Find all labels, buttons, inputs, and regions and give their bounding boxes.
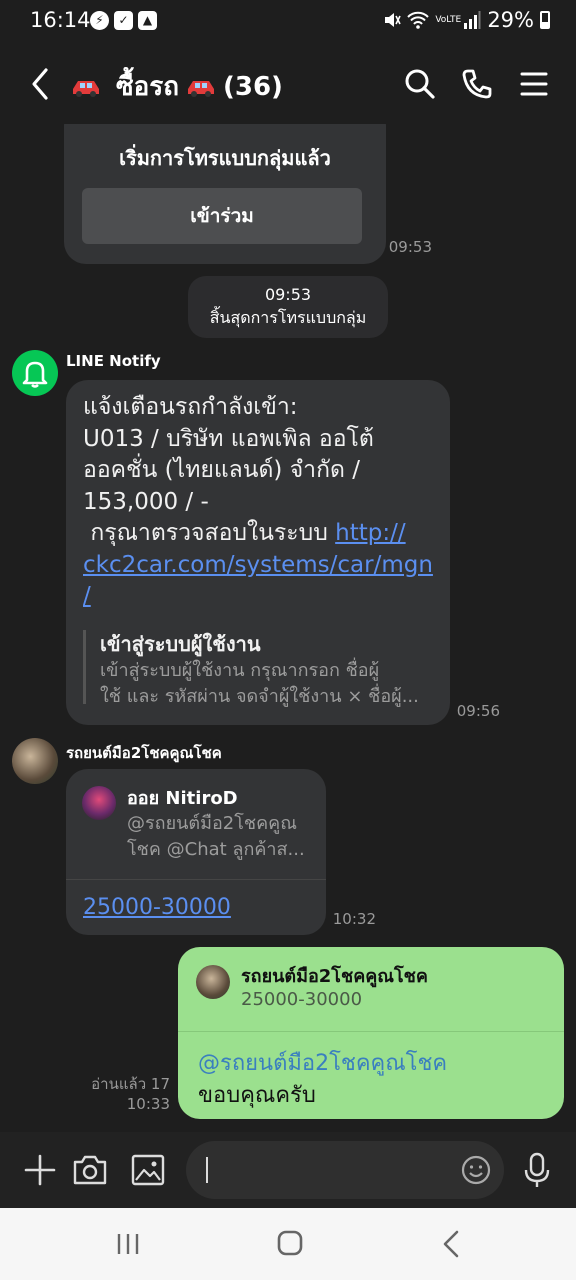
status-bar: 16:14 ⚡ ✓ ▲ VoLTE 29% bbox=[0, 0, 576, 44]
reply-message-bubble[interactable]: ออย NitiroD @รถยนต์มือ2โชคคูณ โชค @Chat … bbox=[66, 769, 326, 935]
notify-text: แจ้งเตือนรถกำลังเข้า: U013 / บริษัท แอพเ… bbox=[83, 394, 374, 546]
back-nav-icon[interactable] bbox=[432, 1226, 472, 1262]
recent-apps-icon[interactable] bbox=[108, 1226, 148, 1262]
home-icon[interactable] bbox=[270, 1226, 310, 1262]
car-emoji-icon bbox=[73, 80, 99, 97]
call-ended-text: สิ้นสุดการโทรแบบกลุ่ม bbox=[209, 308, 367, 327]
system-navigation-bar bbox=[0, 1208, 576, 1280]
notify-message-bubble[interactable]: แจ้งเตือนรถกำลังเข้า: U013 / บริษัท แอพเ… bbox=[66, 380, 450, 725]
emoji-icon[interactable] bbox=[460, 1154, 492, 1186]
read-status: อ่านแล้ว 17 bbox=[91, 1075, 170, 1093]
chat-header: ซื้อรถ (36) bbox=[0, 44, 576, 124]
message-time: 10:33 bbox=[126, 1095, 170, 1113]
reply-to-name: รถยนต์มือ2โชคคูณโชค bbox=[241, 966, 428, 987]
camera-icon[interactable] bbox=[70, 1150, 110, 1190]
quoted-text-line-1: @รถยนต์มือ2โชคคูณ bbox=[127, 813, 297, 834]
group-call-text: เริ่มการโทรแบบกลุ่มแล้ว bbox=[119, 146, 331, 170]
chat-area[interactable]: เริ่มการโทรแบบกลุ่มแล้ว เข้าร่วม 09:53 0… bbox=[0, 124, 576, 1132]
divider bbox=[178, 1031, 564, 1032]
message-text-link[interactable]: 25000-30000 bbox=[83, 895, 231, 920]
sender-name: LINE Notify bbox=[66, 352, 161, 370]
chat-title: ซื้อรถ (36) bbox=[70, 66, 283, 107]
message-time: 09:56 bbox=[456, 702, 500, 720]
message-input[interactable] bbox=[214, 1151, 454, 1189]
line-notify-avatar[interactable] bbox=[12, 350, 58, 396]
link-preview[interactable]: เข้าสู่ระบบผู้ใช้งาน เข้าสู่ระบบผู้ใช้งา… bbox=[83, 630, 433, 707]
checkbox-icon: ✓ bbox=[114, 11, 133, 30]
bell-icon bbox=[22, 361, 48, 388]
user-avatar[interactable] bbox=[12, 738, 58, 784]
message-input-field[interactable] bbox=[186, 1141, 504, 1199]
notification-icons: ⚡ ✓ ▲ bbox=[90, 11, 157, 30]
reply-to-text: 25000-30000 bbox=[241, 989, 363, 1010]
volte-label: VoLTE bbox=[435, 15, 462, 25]
quoted-text-line-2: โชค @Chat ลูกค้าส... bbox=[127, 839, 305, 860]
gallery-icon: ▲ bbox=[138, 11, 157, 30]
link-preview-title: เข้าสู่ระบบผู้ใช้งาน bbox=[100, 632, 261, 656]
quoted-user-avatar bbox=[82, 786, 116, 820]
call-ended-notice: 09:53 สิ้นสุดการโทรแบบกลุ่ม bbox=[188, 276, 388, 338]
message-input-bar bbox=[0, 1132, 576, 1208]
status-time: 16:14 bbox=[30, 8, 91, 32]
mention-text[interactable]: @รถยนต์มือ2โชคคูณโชค bbox=[198, 1045, 447, 1080]
battery-icon bbox=[540, 11, 550, 29]
group-call-card: เริ่มการโทรแบบกลุ่มแล้ว เข้าร่วม bbox=[64, 124, 386, 264]
link-preview-desc-2: ใช้ และ รหัสผ่าน จดจำผู้ใช้งาน × ชื่อผู้… bbox=[100, 686, 419, 707]
back-arrow-icon[interactable] bbox=[26, 64, 56, 104]
link-preview-desc-1: เข้าสู่ระบบผู้ใช้งาน กรุณากรอก ชื่อผู้ bbox=[100, 660, 380, 681]
battery-percent: 29% bbox=[487, 8, 534, 32]
text-caret bbox=[206, 1157, 208, 1183]
member-count: (36) bbox=[222, 71, 283, 102]
my-message-bubble[interactable]: รถยนต์มือ2โชคคูณโชค 25000-30000 @รถยนต์ม… bbox=[178, 947, 564, 1119]
image-icon[interactable] bbox=[128, 1150, 168, 1190]
divider bbox=[66, 879, 326, 880]
reply-to-avatar bbox=[196, 965, 230, 999]
wifi-icon bbox=[407, 11, 430, 29]
mute-icon bbox=[385, 13, 402, 27]
chat-title-text: ซื้อรถ bbox=[116, 72, 179, 102]
plus-icon[interactable] bbox=[20, 1150, 60, 1190]
join-call-button[interactable]: เข้าร่วม bbox=[82, 188, 362, 244]
message-time: 09:53 bbox=[388, 238, 432, 256]
quoted-name: ออย NitiroD bbox=[127, 788, 238, 809]
quoted-text: @รถยนต์มือ2โชคคูณ โชค @Chat ลูกค้าส... bbox=[127, 811, 317, 863]
search-icon[interactable] bbox=[402, 66, 438, 102]
menu-icon[interactable] bbox=[516, 66, 552, 102]
messenger-icon: ⚡ bbox=[90, 11, 109, 30]
notify-body: แจ้งเตือนรถกำลังเข้า: U013 / บริษัท แอพเ… bbox=[83, 392, 443, 613]
my-message-text: ขอบคุณครับ bbox=[198, 1083, 316, 1108]
signal-icon bbox=[464, 11, 481, 29]
car-emoji-icon-2 bbox=[187, 80, 214, 97]
message-time: 10:32 bbox=[332, 910, 376, 928]
call-ended-time: 09:53 bbox=[264, 285, 312, 304]
call-icon[interactable] bbox=[459, 66, 495, 102]
status-right: VoLTE 29% bbox=[383, 8, 550, 32]
sender-name: รถยนต์มือ2โชคคูณโชค bbox=[66, 744, 222, 762]
microphone-icon[interactable] bbox=[517, 1150, 557, 1190]
